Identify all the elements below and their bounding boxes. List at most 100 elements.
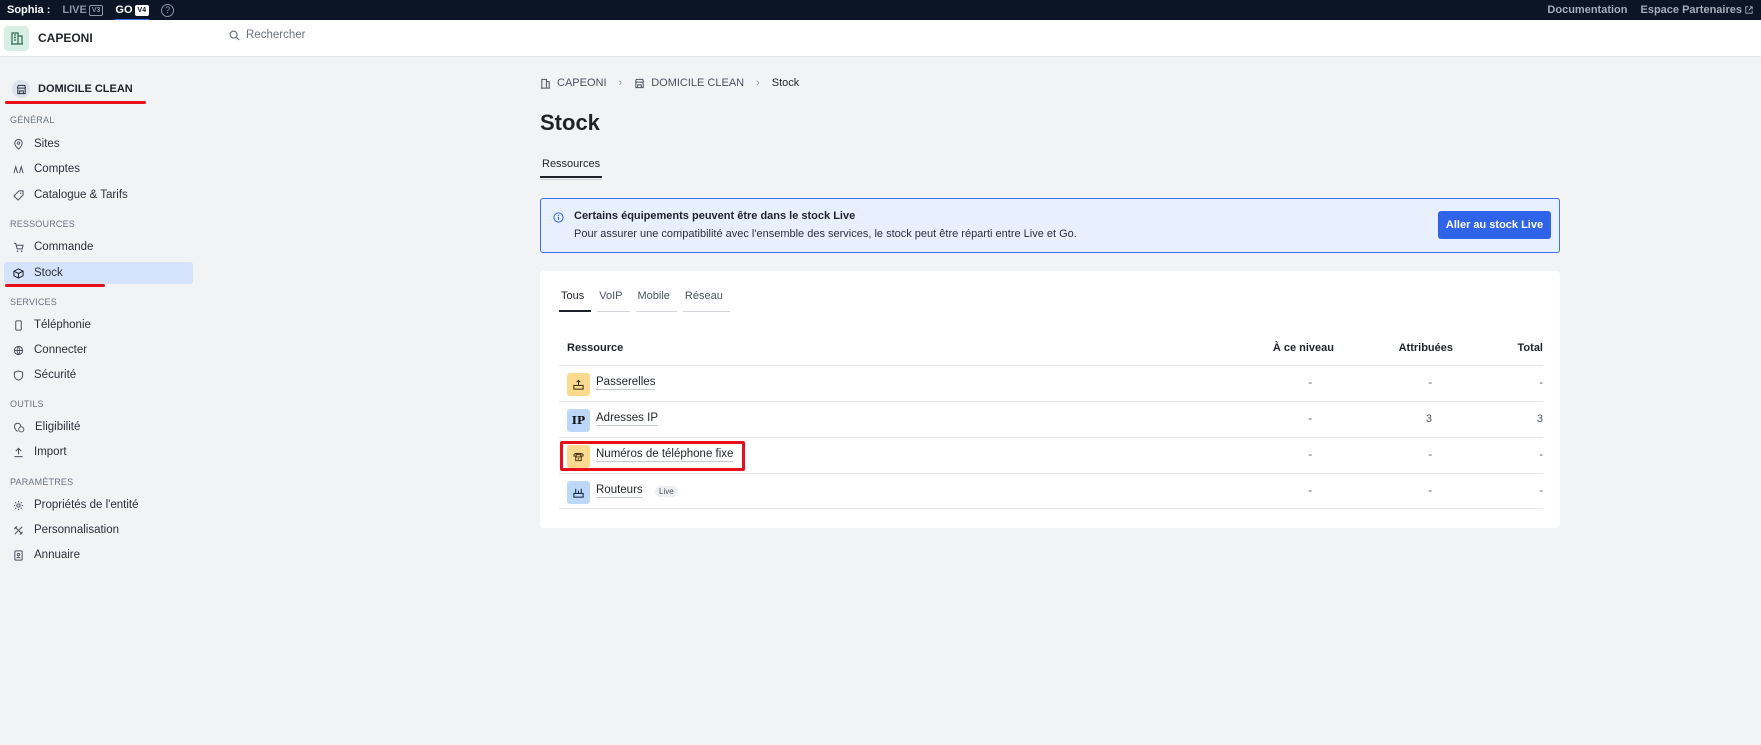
partners-link-label: Espace Partenaires [1640, 4, 1742, 16]
sidebar-item-stock[interactable]: Stock [4, 262, 193, 284]
column-header-level: À ce niveau [1272, 342, 1334, 354]
annotation-highlight-box [560, 441, 745, 471]
sidebar-item-label: Comptes [34, 163, 81, 175]
users-icon [13, 164, 24, 173]
chevron-right-icon: › [618, 77, 623, 89]
sidebar-item-sites[interactable]: Sites [4, 133, 193, 155]
chevron-right-icon: › [756, 77, 760, 89]
table-row[interactable]: IP Adresses IP - 3 3 [559, 401, 1543, 437]
map-check-icon [13, 422, 25, 432]
documentation-link[interactable]: Documentation [1547, 4, 1627, 16]
user-name: Sophia : [7, 4, 51, 16]
section-ressources: RESSOURCES [10, 219, 76, 229]
resource-name[interactable]: Adresses IP [596, 412, 658, 426]
total-value: 3 [1536, 413, 1543, 425]
page-title: Stock [540, 110, 600, 135]
globe-icon [13, 345, 24, 355]
info-icon [553, 212, 564, 223]
section-services: SERVICES [10, 297, 57, 307]
filter-tab-mobile[interactable]: Mobile [635, 290, 677, 312]
store-icon [635, 78, 645, 88]
sidebar-item-commande[interactable]: Commande [4, 236, 193, 258]
level-value: - [1308, 449, 1312, 461]
sidebar-item-connecter[interactable]: Connecter [4, 339, 193, 361]
search-placeholder: Rechercher [246, 29, 306, 41]
company-logo-icon[interactable] [4, 25, 29, 51]
search-icon [229, 30, 240, 41]
environment-bar: Sophia : LIVE V3 GO V4 ? Documentation E… [0, 0, 1761, 21]
level-value: - [1308, 485, 1312, 497]
filter-tab-reseau[interactable]: Réseau [682, 290, 730, 312]
gear-icon [13, 500, 24, 510]
search-input[interactable]: Rechercher [229, 29, 305, 41]
tab-ressources[interactable]: Ressources [540, 158, 603, 178]
column-header-total: Total [1517, 342, 1543, 354]
sidebar-item-comptes[interactable]: Comptes [4, 158, 193, 180]
shield-icon [13, 369, 24, 381]
external-link-icon [1745, 6, 1753, 14]
column-header-resource: Ressource [567, 342, 624, 354]
breadcrumb-entity[interactable]: DOMICILE CLEAN [651, 77, 744, 89]
sidebar-item-catalogue[interactable]: Catalogue & Tarifs [4, 184, 193, 206]
upload-icon [14, 447, 23, 457]
table-row[interactable]: Passerelles - - - [559, 365, 1543, 401]
sidebar-item-label: Commande [34, 241, 94, 253]
env-go-badge: V4 [134, 4, 150, 16]
phone-device-icon [15, 319, 22, 331]
router-icon [567, 481, 590, 504]
sidebar-item-securite[interactable]: Sécurité [4, 364, 193, 386]
tabs-divider [540, 179, 602, 180]
app-header: CAPEONI Rechercher [0, 20, 1761, 57]
env-go-button[interactable]: GO V4 [115, 4, 150, 21]
column-header-assigned: Attribuées [1398, 342, 1453, 354]
sidebar-item-annuaire[interactable]: Annuaire [4, 544, 193, 566]
sidebar-item-telephonie[interactable]: Téléphonie [4, 314, 193, 336]
entity-selector[interactable]: DOMICILE CLEAN [12, 80, 133, 98]
breadcrumb-company[interactable]: CAPEONI [557, 77, 607, 89]
filter-tab-voip[interactable]: VoIP [597, 290, 630, 312]
sidebar-item-label: Personnalisation [34, 524, 120, 536]
sidebar-item-label: Propriétés de l'entité [34, 499, 139, 511]
live-badge: Live [655, 486, 678, 497]
resource-name[interactable]: Passerelles [596, 376, 656, 390]
ip-icon: IP [567, 409, 590, 432]
sidebar-item-import[interactable]: Import [4, 441, 193, 463]
sidebar-item-personnalisation[interactable]: Personnalisation [4, 519, 193, 541]
env-live-label: LIVE [62, 4, 87, 16]
total-value: - [1539, 449, 1543, 461]
partners-link[interactable]: Espace Partenaires [1640, 4, 1753, 16]
tools-icon [14, 525, 23, 535]
level-value: - [1308, 377, 1312, 389]
alert-text: Pour assurer une compatibilité avec l'en… [574, 228, 1077, 240]
go-to-live-stock-button[interactable]: Aller au stock Live [1438, 211, 1551, 239]
assigned-value: - [1428, 377, 1432, 389]
breadcrumb-current: Stock [771, 77, 800, 89]
env-live-badge: V3 [88, 4, 104, 16]
section-outils: OUTILS [10, 399, 44, 409]
filter-tab-tous[interactable]: Tous [559, 290, 592, 312]
sidebar-item-label: Sécurité [34, 369, 77, 381]
tag-icon [13, 189, 24, 201]
sidebar-item-label: Sites [34, 138, 60, 150]
section-general: GÉNÉRAL [10, 115, 55, 125]
gateway-icon [567, 373, 590, 396]
sidebar-item-label: Annuaire [34, 549, 81, 561]
sidebar-item-proprietes[interactable]: Propriétés de l'entité [4, 494, 193, 516]
env-live-button[interactable]: LIVE V3 [62, 4, 104, 16]
resource-name[interactable]: Routeurs [596, 484, 643, 498]
sidebar-item-label: Connecter [34, 344, 88, 356]
section-parametres: PARAMÈTRES [10, 477, 74, 487]
company-name[interactable]: CAPEONI [38, 31, 93, 45]
box-icon [13, 267, 24, 279]
stock-card: Tous VoIP Mobile Réseau Ressource À ce n… [540, 271, 1560, 528]
store-icon [12, 80, 30, 98]
help-icon[interactable]: ? [161, 3, 175, 17]
sidebar-item-eligibilite[interactable]: Eligibilité [4, 416, 193, 438]
info-alert: Certains équipements peuvent être dans l… [540, 198, 1560, 253]
filter-tabs: Tous VoIP Mobile Réseau [559, 290, 736, 312]
sidebar: DOMICILE CLEAN GÉNÉRAL Sites Comptes Cat… [0, 58, 200, 745]
sidebar-item-label: Eligibilité [35, 421, 81, 433]
annotation-underline [5, 101, 146, 104]
env-go-label: GO [115, 4, 133, 16]
table-row[interactable]: Routeurs Live - - - [559, 473, 1543, 509]
